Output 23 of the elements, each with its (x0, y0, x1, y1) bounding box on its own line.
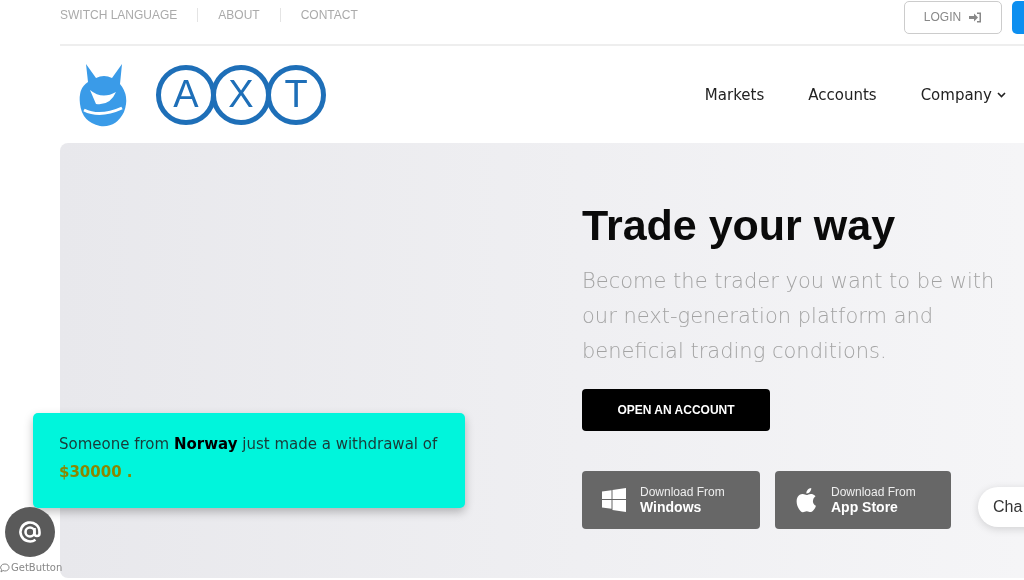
chat-button[interactable]: Cha (978, 487, 1024, 527)
open-account-button[interactable]: OPEN AN ACCOUNT (582, 389, 770, 431)
nav-link[interactable]: Markets (704, 85, 765, 104)
notification-message: Someone from Norway just made a withdrawal of (59, 435, 439, 453)
apple-logo-icon (795, 487, 817, 513)
download-button[interactable]: Download From App Store (775, 471, 951, 529)
logo-letter: X (211, 64, 271, 125)
sign-in-icon (969, 11, 983, 23)
login-button[interactable]: LOGIN (904, 0, 1002, 34)
windows-logo-icon (602, 488, 626, 512)
nav-link[interactable]: Accounts (808, 85, 877, 104)
contact-button[interactable] (5, 507, 55, 557)
download-button[interactable]: Download From Windows (582, 471, 760, 529)
hero-subtitle: Become the trader you want to be with our next-generation platform and beneficial trading conditions. (582, 268, 996, 365)
chevron-down-icon (997, 91, 1006, 98)
hero-title: Trade your way (582, 201, 897, 250)
chat-bubble-icon (0, 562, 10, 573)
withdrawal-amount: $30000 . (59, 463, 133, 481)
getbutton-credit[interactable]: GetButton (0, 562, 63, 573)
logo-letter: A (156, 64, 216, 125)
at-sign-icon (18, 520, 42, 544)
logo-letter: T (266, 64, 326, 125)
nav-link[interactable]: Company (920, 85, 1006, 104)
